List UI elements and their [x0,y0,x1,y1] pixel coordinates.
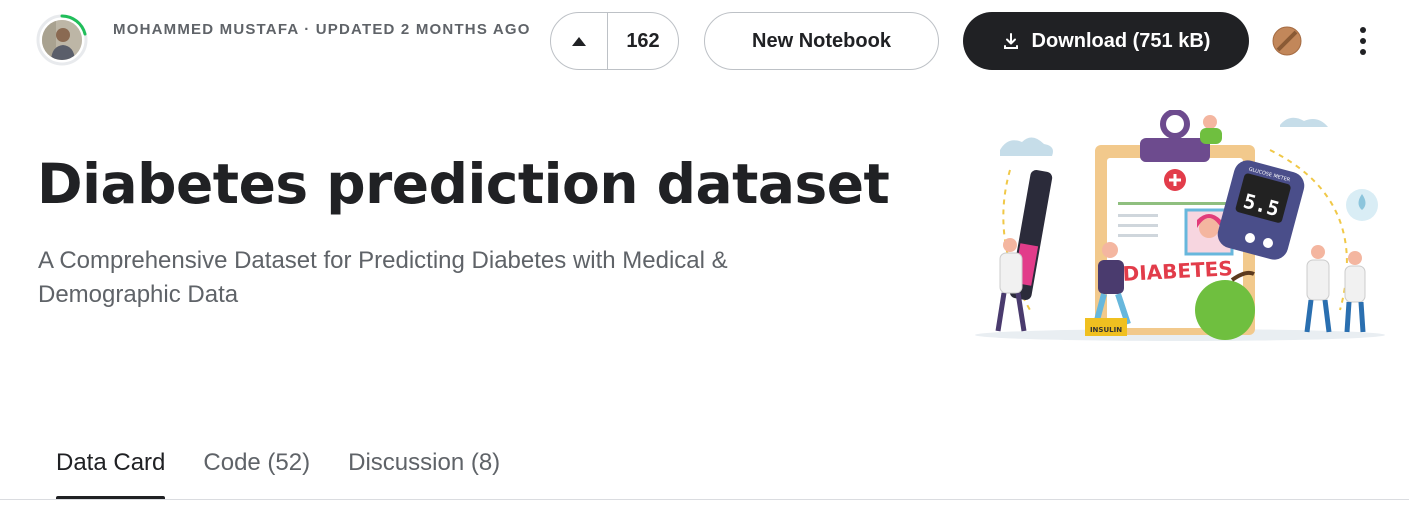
tab-data-card[interactable]: Data Card [56,444,166,500]
tabs-divider [0,499,1409,500]
upvote-count: 162 [626,29,660,52]
dataset-tabs: Data Card Code (52) Discussion (8) [56,444,500,500]
kebab-menu-icon[interactable] [1350,24,1376,58]
dataset-cover-image: DIABETES 5.5 GLUCOSE METER INSULIN [975,110,1385,341]
avatar-photo [42,20,82,60]
download-button[interactable]: Download (751 kB) [963,12,1249,70]
download-label: Download (751 kB) [1031,29,1211,52]
bronze-medal-icon[interactable] [1272,26,1302,56]
dataset-subtitle: A Comprehensive Dataset for Predicting D… [38,247,728,308]
upvote-control: 162 [550,12,679,70]
triangle-up-icon [572,36,586,46]
tab-code[interactable]: Code (52) [203,444,310,500]
upvote-button[interactable] [551,13,608,69]
new-notebook-button[interactable]: New Notebook [704,12,939,70]
tab-discussion[interactable]: Discussion (8) [348,444,500,500]
download-icon [1003,33,1018,49]
author-update-meta: MOHAMMED MUSTAFA · UPDATED 2 MONTHS AGO [113,21,531,38]
author-avatar[interactable] [36,14,88,66]
cover-box-label: INSULIN [1090,326,1122,334]
dataset-title: Diabetes prediction dataset [37,152,890,216]
